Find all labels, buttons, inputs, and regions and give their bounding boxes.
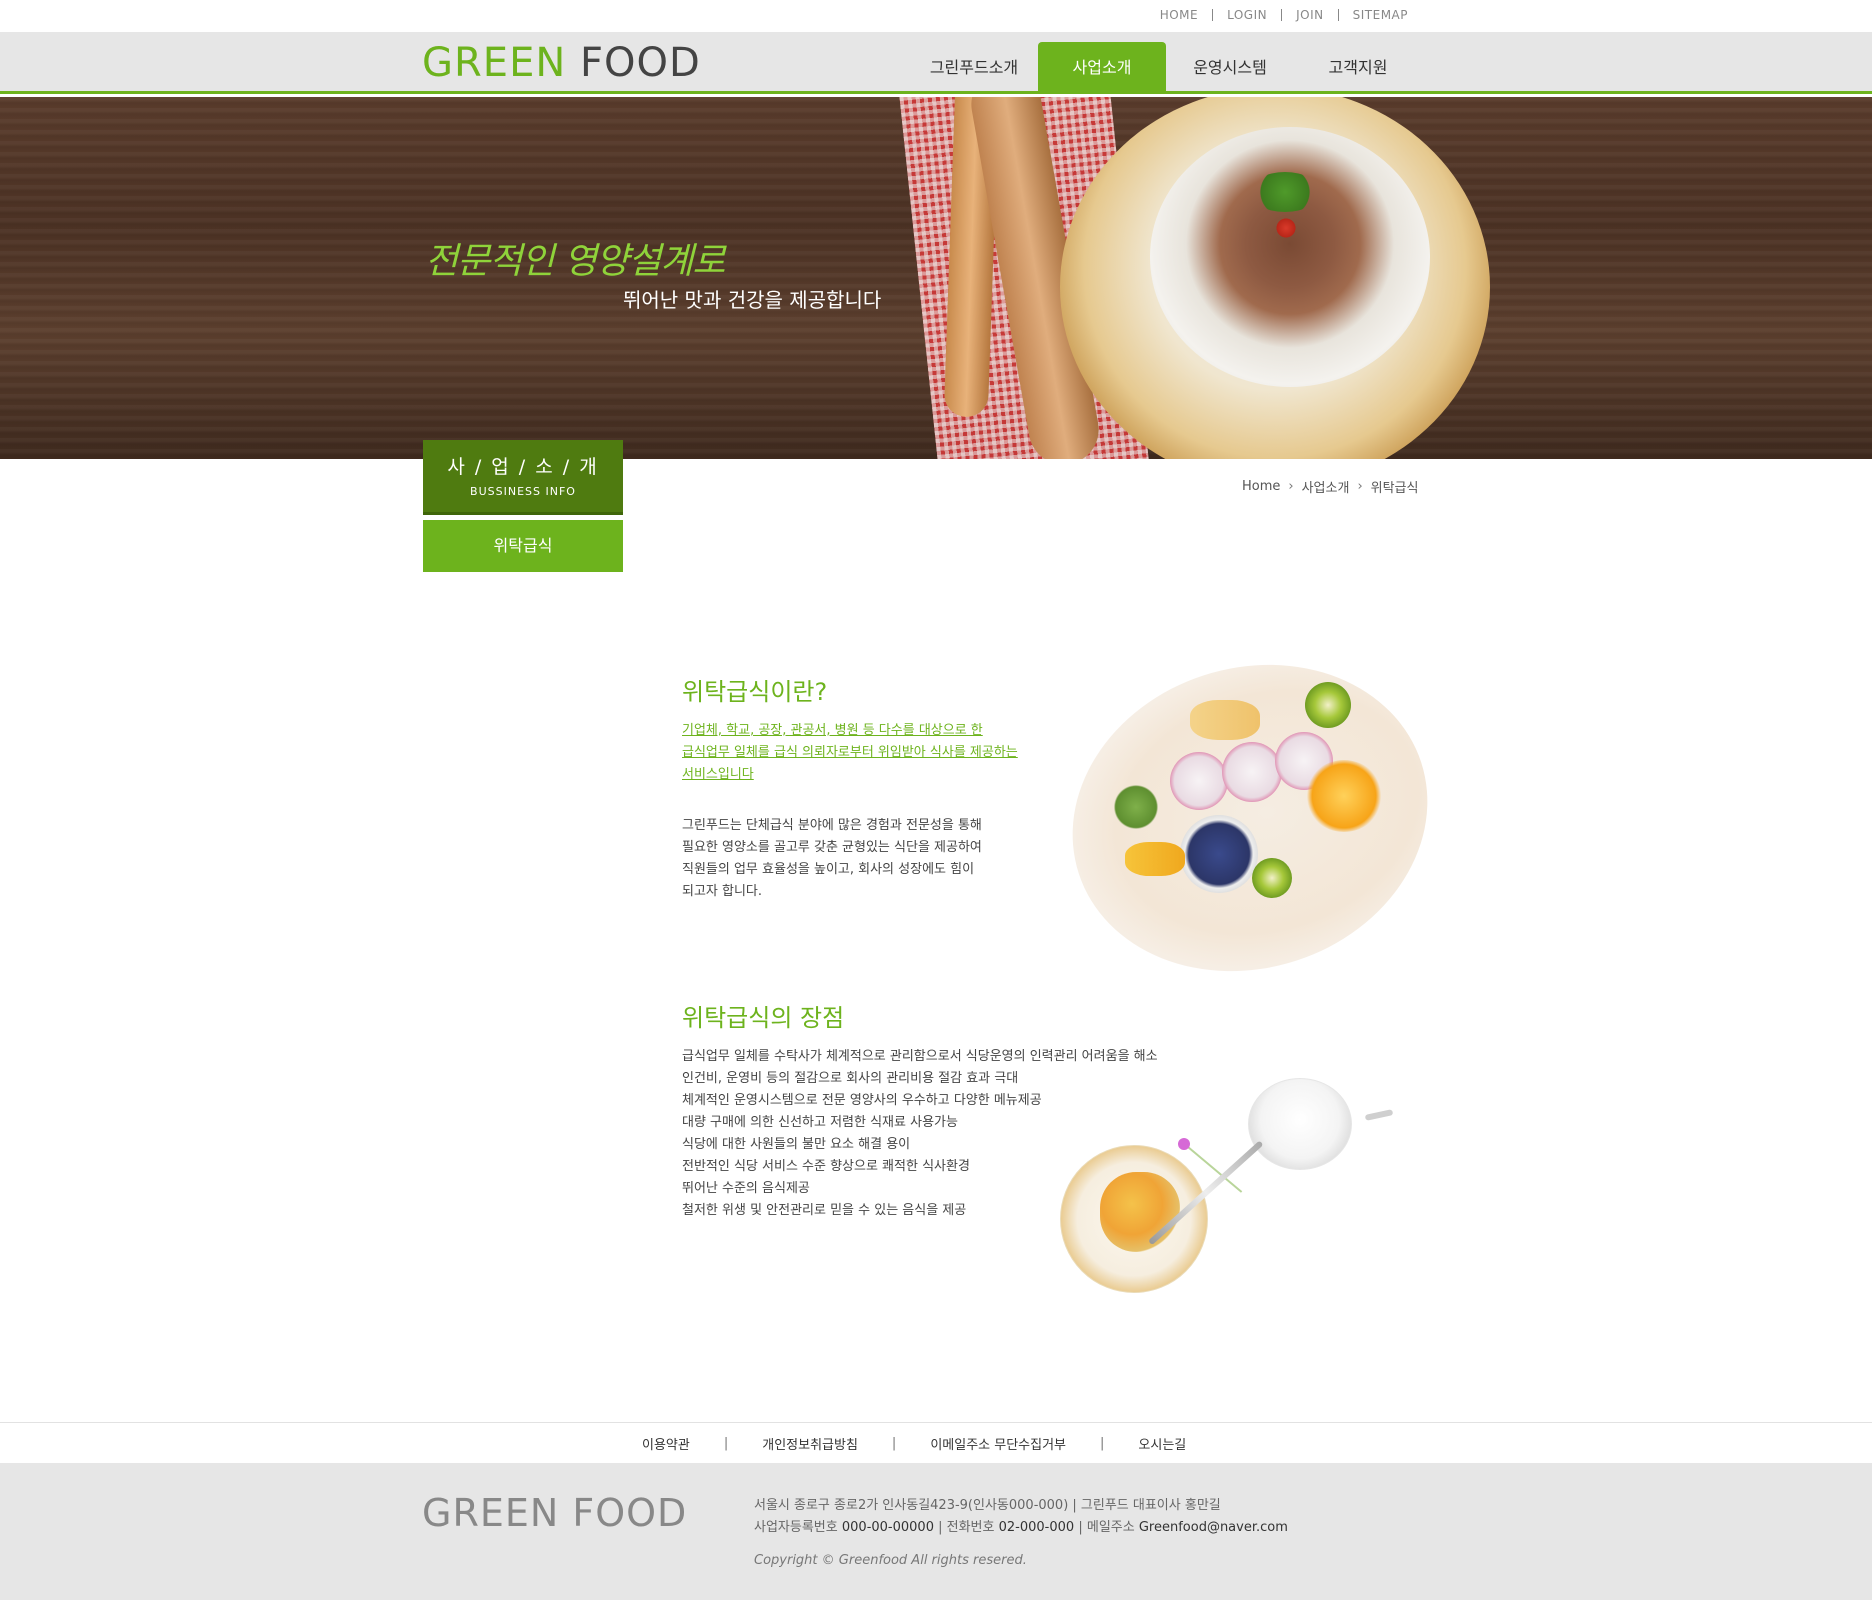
melon-pieces — [1190, 700, 1260, 740]
list-item: 인건비, 운영비 등의 절감으로 회사의 관리비용 절감 효과 극대 — [682, 1071, 1019, 1086]
company-info: 서울시 종로구 종로2가 인사동길423-9(인사동000-000) | 그린푸… — [754, 1495, 1288, 1539]
kiwi-slice — [1305, 682, 1351, 728]
section-lead: 기업체, 학교, 공장, 관공서, 병원 등 다수를 대상으로 한 급식업무 일… — [682, 720, 1082, 786]
breadcrumb-business[interactable]: 사업소개 — [1302, 477, 1350, 496]
body-line: 되고자 합니다. — [682, 884, 763, 899]
chevron-right-icon: › — [1288, 479, 1294, 494]
hero-subtitle: 뛰어난 맛과 건강을 제공합니다 — [623, 288, 882, 312]
green-onion-garnish — [1250, 172, 1320, 212]
biz-number-label: 사업자등록번호 — [754, 1520, 838, 1535]
divider: | — [723, 1436, 729, 1451]
breadcrumb: Home › 사업소개 › 위탁급식 — [1242, 477, 1418, 496]
no-email-collection-link[interactable]: 이메일주소 무단수집거부 — [930, 1434, 1066, 1453]
phone-label: 전화번호 — [946, 1520, 995, 1535]
company-address: 서울시 종로구 종로2가 인사동길423-9(인사동000-000) | 그린푸… — [754, 1498, 1221, 1513]
divider: | — [1078, 1520, 1083, 1535]
email-address[interactable]: Greenfood@naver.com — [1139, 1520, 1288, 1535]
site-logo[interactable]: GREEN FOOD — [422, 40, 701, 86]
pepper-garnish — [1275, 217, 1297, 239]
hero-banner: 전문적인 영양설계로 뛰어난 맛과 건강을 제공합니다 — [0, 97, 1872, 459]
home-link[interactable]: HOME — [1146, 8, 1212, 22]
nav-item-support[interactable]: 고객지원 — [1294, 42, 1422, 94]
list-item: 체계적인 운영시스템으로 전문 영양사의 우수하고 다양한 메뉴제공 — [682, 1093, 1042, 1108]
body-line: 그린푸드는 단체급식 분야에 많은 경험과 전문성을 통해 — [682, 818, 982, 833]
top-utility-bar: HOME LOGIN JOIN SITEMAP — [0, 0, 1872, 32]
login-link[interactable]: LOGIN — [1213, 8, 1281, 22]
body-line: 필요한 영양소를 골고루 갖춘 균형있는 식단을 제공하여 — [682, 840, 982, 855]
directions-link[interactable]: 오시는길 — [1138, 1434, 1186, 1453]
dragonfruit-slice — [1170, 752, 1228, 810]
list-item: 대량 구매에 의한 신선하고 저렴한 식재료 사용가능 — [682, 1115, 958, 1130]
lead-line: 기업체, 학교, 공장, 관공서, 병원 등 다수를 대상으로 한 — [682, 723, 983, 738]
chevron-right-icon: › — [1357, 479, 1363, 494]
fruit-plate-image — [1032, 619, 1468, 1017]
section-body: 그린푸드는 단체급식 분야에 많은 경험과 전문성을 통해 필요한 영양소를 골… — [682, 815, 1062, 903]
list-item: 식당에 대한 사원들의 불만 요소 해결 용이 — [682, 1137, 911, 1152]
teaspoon-image — [1364, 1109, 1394, 1121]
main-nav: 그린푸드소개 사업소개 운영시스템 고객지원 — [910, 42, 1422, 94]
sidebar-title: 사 / 업 / 소 / 개 — [447, 456, 599, 478]
divider: | — [938, 1520, 943, 1535]
footer-links-bar: 이용약관 | 개인정보취급방침 | 이메일주소 무단수집거부 | 오시는길 — [0, 1422, 1872, 1463]
rice-dish-image — [1150, 127, 1430, 387]
lead-line: 급식업무 일체를 급식 의뢰자로부터 위임받아 식사를 제공하는 — [682, 745, 1018, 760]
sitemap-link[interactable]: SITEMAP — [1339, 8, 1422, 22]
pancake-fruit-image — [1100, 1172, 1180, 1252]
utility-links: HOME LOGIN JOIN SITEMAP — [1146, 8, 1422, 22]
dragonfruit-slice — [1222, 742, 1282, 802]
copyright: Copyright © Greenfood All rights resered… — [754, 1553, 1027, 1568]
section-title-what-is: 위탁급식이란? — [682, 678, 828, 706]
sidebar-subtitle: BUSSINESS INFO — [470, 485, 576, 498]
breadcrumb-home[interactable]: Home — [1242, 479, 1280, 494]
kiwi-slice — [1252, 858, 1292, 898]
site-header: GREEN FOOD 그린푸드소개 사업소개 운영시스템 고객지원 — [0, 32, 1872, 94]
flower-image — [1178, 1138, 1190, 1150]
privacy-link[interactable]: 개인정보취급방침 — [762, 1434, 858, 1453]
sidebar-heading: 사 / 업 / 소 / 개 BUSSINESS INFO — [423, 440, 623, 515]
teacup-image — [1248, 1078, 1352, 1170]
sidebar-item-catering[interactable]: 위탁급식 — [423, 520, 623, 572]
footer-links: 이용약관 | 개인정보취급방침 | 이메일주소 무단수집거부 | 오시는길 — [642, 1434, 1186, 1453]
orange-slices — [1305, 760, 1383, 832]
nav-item-about[interactable]: 그린푸드소개 — [910, 42, 1038, 94]
lead-line: 서비스입니다 — [682, 767, 754, 782]
phone-number: 02-000-000 — [998, 1520, 1075, 1535]
blueberry-bowl — [1180, 815, 1258, 893]
divider: | — [891, 1436, 897, 1451]
footer-logo: GREEN FOOD — [422, 1491, 688, 1535]
email-label: 메일주소 — [1086, 1520, 1135, 1535]
nav-item-business[interactable]: 사업소개 — [1038, 42, 1166, 94]
join-link[interactable]: JOIN — [1282, 8, 1338, 22]
list-item: 급식업무 일체를 수탁사가 체계적으로 관리함으로서 식당운영의 인력관리 어려… — [682, 1049, 1158, 1064]
biz-number: 000-00-00000 — [841, 1520, 934, 1535]
company-contacts: 사업자등록번호 000-00-00000 | 전화번호 02-000-000 |… — [754, 1517, 1288, 1539]
nav-item-system[interactable]: 운영시스템 — [1166, 42, 1294, 94]
site-footer: GREEN FOOD 서울시 종로구 종로2가 인사동길423-9(인사동000… — [0, 1463, 1872, 1600]
body-line: 직원들의 업무 효율성을 높이고, 회사의 성장에도 힘이 — [682, 862, 975, 877]
hero-title: 전문적인 영양설계로 — [425, 241, 726, 282]
logo-food-text: FOOD — [579, 40, 701, 86]
terms-link[interactable]: 이용약관 — [642, 1434, 690, 1453]
section-title-advantages: 위탁급식의 장점 — [682, 1004, 845, 1032]
logo-green-text: GREEN — [422, 40, 567, 86]
herb-leaves — [1110, 785, 1162, 829]
mango-slices — [1125, 842, 1185, 876]
breadcrumb-current: 위탁급식 — [1370, 481, 1419, 496]
divider: | — [1100, 1436, 1105, 1451]
